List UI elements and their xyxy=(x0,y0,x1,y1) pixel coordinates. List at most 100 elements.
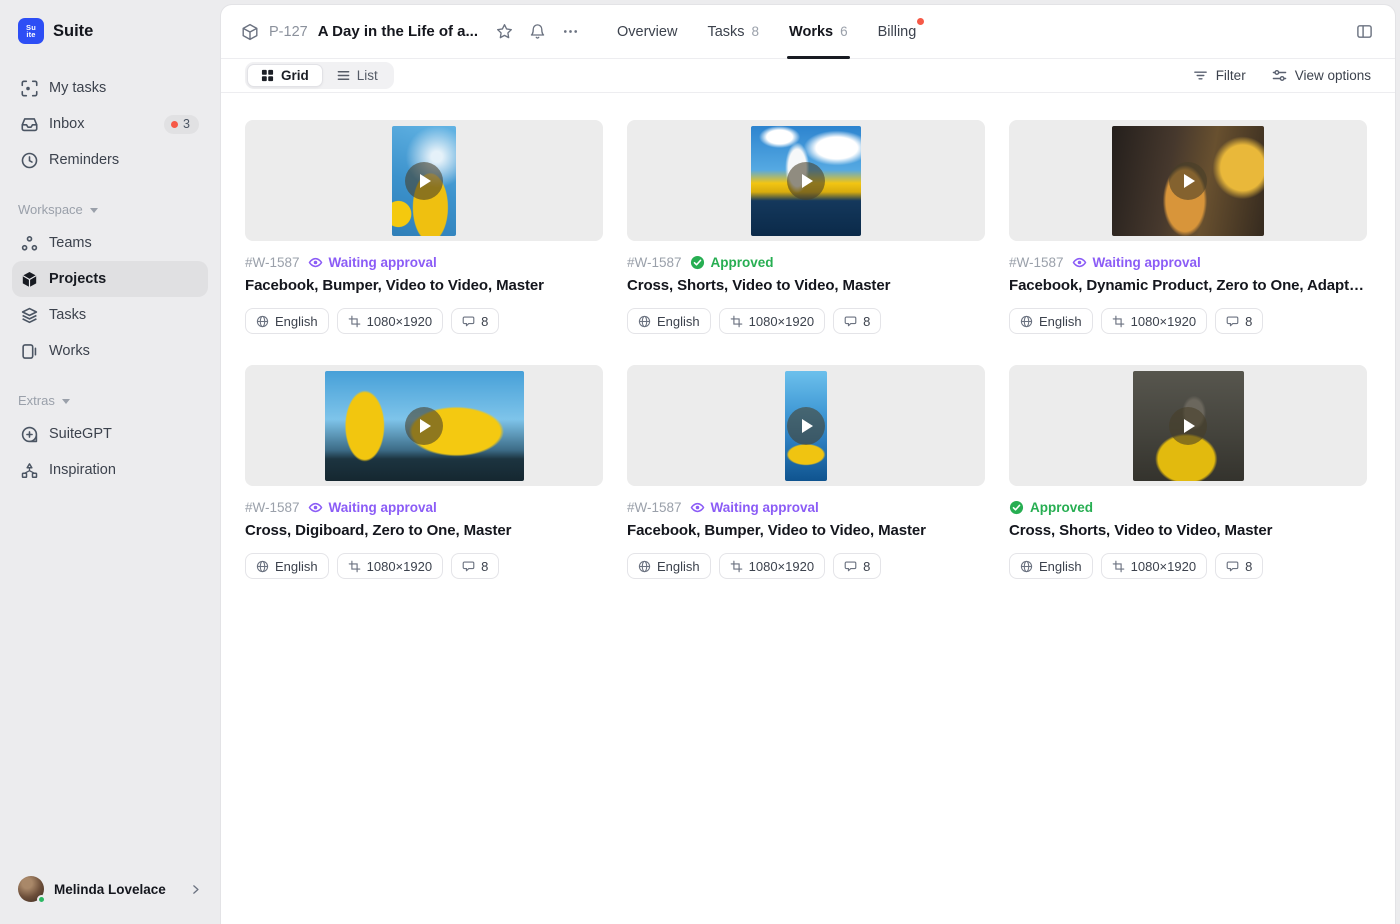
view-options-button[interactable]: View options xyxy=(1272,68,1371,83)
filter-button[interactable]: Filter xyxy=(1193,68,1246,83)
video-thumbnail[interactable] xyxy=(1009,365,1367,486)
tab-count: 8 xyxy=(752,24,760,39)
comment-icon xyxy=(462,560,475,573)
globe-icon xyxy=(638,315,651,328)
grid-view-button[interactable]: Grid xyxy=(247,64,323,87)
comments-pill: 8 xyxy=(451,553,499,579)
status-badge: Waiting approval xyxy=(1072,255,1201,270)
sidebar-item-tasks[interactable]: Tasks xyxy=(12,297,208,333)
work-card[interactable]: #W-1587 Waiting approval Facebook, Bumpe… xyxy=(627,365,985,579)
project-code: P-127 xyxy=(269,24,308,40)
work-card[interactable]: Approved Cross, Shorts, Video to Video, … xyxy=(1009,365,1367,579)
crop-icon xyxy=(730,560,743,573)
suitegpt-chat-icon xyxy=(21,426,38,443)
video-thumbnail[interactable] xyxy=(245,120,603,241)
dimensions-label: 1080×1920 xyxy=(749,559,814,574)
check-circle-icon xyxy=(690,255,705,270)
work-card[interactable]: #W-1587 Waiting approval Cross, Digiboar… xyxy=(245,365,603,579)
my-tasks-icon xyxy=(21,80,38,97)
sidebar-item-projects[interactable]: Projects xyxy=(12,261,208,297)
online-status-dot xyxy=(37,895,46,904)
sidebar-section-extras[interactable]: Extras xyxy=(18,393,202,408)
project-header: P-127 A Day in the Life of a... Overview… xyxy=(221,5,1395,59)
sidebar: Suite Suite My tasks Inbox 3 Reminders W… xyxy=(0,0,220,924)
video-thumbnail[interactable] xyxy=(627,120,985,241)
sidebar-item-label: My tasks xyxy=(49,80,106,96)
work-title: Cross, Digiboard, Zero to One, Master xyxy=(245,522,603,539)
comment-icon xyxy=(1226,560,1239,573)
play-button[interactable] xyxy=(405,407,443,445)
sidebar-item-teams[interactable]: Teams xyxy=(12,225,208,261)
star-icon xyxy=(496,23,513,40)
status-text: Waiting approval xyxy=(329,500,437,515)
thumbnail-image xyxy=(392,126,456,236)
work-card[interactable]: #W-1587 Waiting approval Facebook, Bumpe… xyxy=(245,120,603,334)
language-pill: English xyxy=(1009,308,1093,334)
app-logo[interactable]: Suite Suite xyxy=(12,18,208,44)
work-card[interactable]: #W-1587 Approved Cross, Shorts, Video to… xyxy=(627,120,985,334)
tab-count: 6 xyxy=(840,24,848,39)
side-panel-toggle-button[interactable] xyxy=(1352,19,1377,44)
inspiration-flow-icon xyxy=(21,462,38,479)
tab-label: Works xyxy=(789,24,833,40)
user-menu[interactable]: Melinda Lovelace xyxy=(12,868,208,910)
grid-label: Grid xyxy=(281,68,309,83)
eye-icon xyxy=(308,500,323,515)
comment-icon xyxy=(844,560,857,573)
sidebar-item-inbox[interactable]: Inbox 3 xyxy=(12,106,208,142)
user-name: Melinda Lovelace xyxy=(54,882,179,897)
sidebar-item-reminders[interactable]: Reminders xyxy=(12,142,208,178)
work-title: Facebook, Bumper, Video to Video, Master xyxy=(245,277,603,294)
play-button[interactable] xyxy=(405,162,443,200)
play-button[interactable] xyxy=(787,407,825,445)
sidebar-item-suitegpt[interactable]: SuiteGPT xyxy=(12,416,208,452)
dimensions-pill: 1080×1920 xyxy=(1101,308,1207,334)
bell-icon xyxy=(529,23,546,40)
crop-icon xyxy=(730,315,743,328)
play-button[interactable] xyxy=(787,162,825,200)
more-options-button[interactable] xyxy=(558,19,583,44)
list-view-button[interactable]: List xyxy=(323,64,392,87)
tab-tasks[interactable]: Tasks 8 xyxy=(707,5,759,58)
teams-icon xyxy=(21,235,38,252)
works-grid: #W-1587 Waiting approval Facebook, Bumpe… xyxy=(245,120,1367,579)
work-id: #W-1587 xyxy=(627,500,682,515)
tab-billing[interactable]: Billing xyxy=(878,5,917,58)
check-circle-icon xyxy=(1009,500,1024,515)
language-label: English xyxy=(1039,314,1082,329)
crop-icon xyxy=(1112,315,1125,328)
filter-label: Filter xyxy=(1216,68,1246,83)
video-thumbnail[interactable] xyxy=(1009,120,1367,241)
work-id: #W-1587 xyxy=(245,255,300,270)
comments-count: 8 xyxy=(863,314,870,329)
tab-overview[interactable]: Overview xyxy=(617,5,677,58)
section-label-text: Workspace xyxy=(18,202,83,217)
tab-works[interactable]: Works 6 xyxy=(789,5,848,58)
sidebar-item-inspiration[interactable]: Inspiration xyxy=(12,452,208,488)
notifications-button[interactable] xyxy=(525,19,550,44)
status-badge: Approved xyxy=(690,255,774,270)
comment-icon xyxy=(462,315,475,328)
video-thumbnail[interactable] xyxy=(245,365,603,486)
comments-pill: 8 xyxy=(1215,553,1263,579)
sidebar-item-works[interactable]: Works xyxy=(12,333,208,369)
favorite-button[interactable] xyxy=(492,19,517,44)
project-cube-icon xyxy=(241,23,259,41)
play-button[interactable] xyxy=(1169,162,1207,200)
inbox-unread-badge: 3 xyxy=(164,115,199,134)
chevron-right-icon xyxy=(189,883,202,896)
language-label: English xyxy=(1039,559,1082,574)
sidebar-section-workspace[interactable]: Workspace xyxy=(18,202,202,217)
comments-pill: 8 xyxy=(1215,308,1263,334)
sidebar-item-my-tasks[interactable]: My tasks xyxy=(12,70,208,106)
sidebar-item-label: Tasks xyxy=(49,307,86,323)
comments-count: 8 xyxy=(1245,314,1252,329)
play-button[interactable] xyxy=(1169,407,1207,445)
work-card[interactable]: #W-1587 Waiting approval Facebook, Dynam… xyxy=(1009,120,1367,334)
section-label-text: Extras xyxy=(18,393,55,408)
video-thumbnail[interactable] xyxy=(627,365,985,486)
billing-alert-dot xyxy=(917,18,924,25)
status-text: Approved xyxy=(1030,500,1093,515)
dimensions-label: 1080×1920 xyxy=(1131,314,1196,329)
chevron-down-icon xyxy=(89,206,99,214)
